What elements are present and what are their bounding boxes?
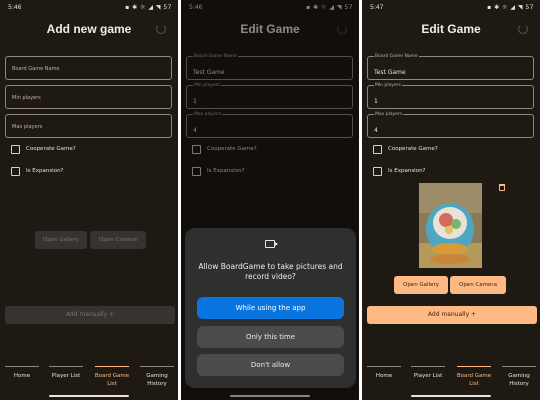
field-value: 1: [374, 98, 378, 105]
phone-permission: 5:46 ▪ ✱ ☼ ◢ ◥ 57 Edit Game Board Game N…: [181, 0, 359, 400]
nav-board-game-list[interactable]: Board Game List: [92, 366, 132, 388]
phone-edit-game: 5:47 ▪ ✱ ☼ ◢ ◥ 57 Edit Game Board Game N…: [362, 0, 540, 400]
page-title: Edit Game: [421, 22, 481, 36]
home-indicator[interactable]: [411, 395, 491, 397]
open-gallery-button[interactable]: Open Gallery: [35, 231, 87, 249]
field-label: Min players: [12, 95, 41, 101]
field-label: Board Game Name: [12, 66, 60, 72]
add-manually-button[interactable]: Add manually +: [367, 306, 537, 324]
expansion-checkbox[interactable]: [11, 167, 20, 176]
nav-label: Home: [13, 373, 31, 379]
phone-add-game: 5:46 ▪ ✱ ☼ ◢ ◥ 57 Add new game Board Gam…: [0, 0, 178, 400]
field-value: Test Game: [374, 69, 406, 76]
dont-allow-button[interactable]: Don't allow: [197, 354, 344, 376]
refresh-icon[interactable]: [518, 24, 528, 34]
nav-player-list[interactable]: Player List: [408, 366, 448, 380]
min-players-field[interactable]: Min players: [5, 85, 172, 109]
board-game-name-field[interactable]: Board Game Name: [5, 56, 172, 80]
nav-label-line2: History: [509, 381, 529, 387]
nav-home[interactable]: Home: [2, 366, 42, 380]
camera-icon: [265, 240, 278, 248]
open-gallery-button[interactable]: Open Gallery: [394, 276, 448, 294]
nav-gaming-history[interactable]: Gaming History: [499, 366, 539, 388]
nav-label: Gaming: [508, 373, 530, 379]
nav-label: Gaming: [146, 373, 168, 379]
cooperate-label: Cooperate Game?: [388, 146, 438, 152]
add-manually-button[interactable]: Add manually +: [5, 306, 175, 324]
cooperate-checkbox[interactable]: [11, 145, 20, 154]
max-players-field[interactable]: Max players 4: [367, 112, 534, 138]
page-title: Add new game: [46, 22, 132, 36]
min-players-field[interactable]: Min players 1: [367, 83, 534, 109]
field-label: Board Game Name: [374, 54, 419, 59]
status-bar: 5:46 ▪ ✱ ☼ ◢ ◥ 57: [8, 4, 172, 14]
permission-dialog: Allow BoardGame to take pictures and rec…: [185, 228, 356, 388]
home-indicator[interactable]: [49, 395, 129, 397]
cooperate-checkbox[interactable]: [373, 145, 382, 154]
field-label: Max players: [12, 124, 43, 130]
status-icons: ▪ ✱ ☼ ◢ ◥ 57: [125, 4, 172, 11]
nav-label: Player List: [413, 373, 443, 379]
delete-photo-icon[interactable]: [499, 184, 505, 191]
expansion-checkbox[interactable]: [373, 167, 382, 176]
nav-board-game-list[interactable]: Board Game List: [454, 366, 494, 388]
max-players-field[interactable]: Max players: [5, 114, 172, 138]
nav-label-line2: History: [147, 381, 167, 387]
while-using-app-button[interactable]: While using the app: [197, 297, 344, 319]
bottom-nav: Home Player List Board Game List Gaming Hi…: [0, 366, 178, 392]
status-icons: ▪ ✱ ☼ ◢ ◥ 57: [487, 4, 534, 11]
nav-player-list[interactable]: Player List: [46, 366, 86, 380]
status-bar: 5:47 ▪ ✱ ☼ ◢ ◥ 57: [370, 4, 534, 14]
permission-message: Allow BoardGame to take pictures and rec…: [198, 262, 343, 281]
nav-label: Home: [375, 373, 393, 379]
nav-home[interactable]: Home: [364, 366, 404, 380]
nav-label: Board Game: [456, 373, 492, 379]
field-label: Max players: [374, 112, 404, 117]
bottom-nav: Home Player List Board Game List Gaming Hi…: [362, 366, 540, 392]
field-value: 4: [374, 127, 378, 134]
expansion-label: Is Expansion?: [26, 168, 64, 174]
game-photo: [419, 183, 482, 268]
nav-label-line2: List: [469, 381, 479, 387]
status-time: 5:47: [370, 4, 384, 11]
refresh-icon[interactable]: [156, 24, 166, 34]
nav-label: Player List: [51, 373, 81, 379]
only-this-time-button[interactable]: Only this time: [197, 326, 344, 348]
open-camera-button[interactable]: Open Camera: [450, 276, 506, 294]
cooperate-label: Cooperate Game?: [26, 146, 76, 152]
nav-label: Board Game: [94, 373, 130, 379]
expansion-label: Is Expansion?: [388, 168, 426, 174]
nav-gaming-history[interactable]: Gaming History: [137, 366, 177, 388]
open-camera-button[interactable]: Open Camera: [90, 231, 146, 249]
screenshot-row: 5:46 ▪ ✱ ☼ ◢ ◥ 57 Add new game Board Gam…: [0, 0, 540, 400]
nav-label-line2: List: [107, 381, 117, 387]
status-time: 5:46: [8, 4, 22, 11]
field-label: Min players: [374, 83, 402, 88]
board-game-name-field[interactable]: Board Game Name Test Game: [367, 54, 534, 80]
